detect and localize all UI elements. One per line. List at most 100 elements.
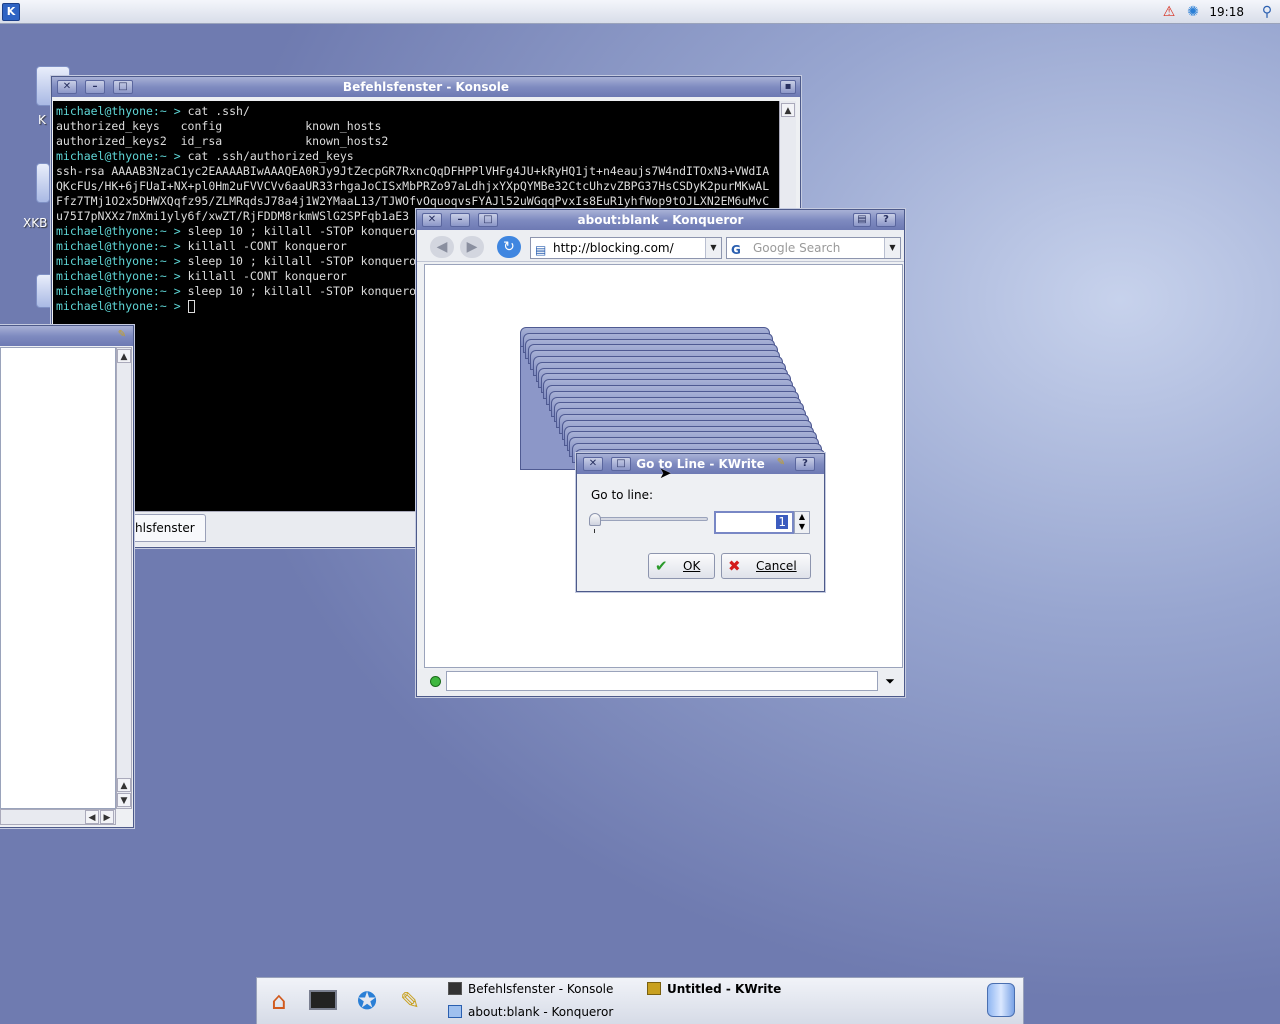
minimize-icon[interactable]: – xyxy=(450,213,470,227)
cancel-label: Cancel xyxy=(756,559,797,573)
slider-tick xyxy=(594,529,595,533)
shell-prompt: michael@thyone:~ > xyxy=(56,239,188,253)
konqueror-app-icon: ▤ xyxy=(853,213,871,227)
kwrite-icon xyxy=(647,982,661,995)
window-title: about:blank - Konqueror xyxy=(577,213,744,227)
terminal-line: Ffz7TMj1O2x5DHWXQqfz95/ZLMRqdsJ78a4j1W2Y… xyxy=(56,194,776,209)
minimize-icon[interactable]: – xyxy=(85,80,105,94)
chevron-down-icon[interactable]: ▼ xyxy=(705,238,721,258)
top-panel: K ⚠ ✺ 19:18 ⚲ xyxy=(0,0,1280,24)
cancel-icon: ✖ xyxy=(728,557,741,575)
checkmark-icon: ✔ xyxy=(655,557,668,575)
warning-icon[interactable]: ⚠ xyxy=(1160,3,1178,21)
terminal-text: cat .ssh/ xyxy=(187,104,250,118)
search-icon[interactable]: ⚲ xyxy=(1258,3,1276,21)
kde-k-menu-icon[interactable]: K xyxy=(2,3,20,21)
terminal-icon xyxy=(448,982,462,995)
status-field xyxy=(446,671,878,691)
window-menu-icon[interactable]: ▪ xyxy=(780,80,796,94)
google-icon: G xyxy=(731,243,741,257)
line-slider[interactable] xyxy=(592,517,708,521)
task-konsole[interactable]: Befehlsfenster - Konsole xyxy=(448,979,638,999)
desktop-icon-label: K xyxy=(38,113,46,127)
terminal-cursor xyxy=(187,300,195,313)
home-icon[interactable]: ⌂ xyxy=(262,985,296,1017)
shell-prompt: michael@thyone:~ > xyxy=(56,284,188,298)
scrollbar[interactable]: ◀ ▶ xyxy=(0,809,116,825)
task-konqueror[interactable]: about:blank - Konqueror xyxy=(448,1002,638,1022)
url-text: http://blocking.com/ xyxy=(553,241,674,255)
konsole-titlebar[interactable]: Befehlsfenster - Konsole xyxy=(52,77,800,97)
terminal-text: killall -CONT konqueror xyxy=(187,269,347,283)
network-icon[interactable]: ✺ xyxy=(1184,3,1202,21)
spin-buttons[interactable]: ▲ ▼ xyxy=(794,511,810,534)
terminal-line: ssh-rsa AAAAB3NzaC1yc2EAAAABIwAAAQEA0RJy… xyxy=(56,164,776,179)
maximize-icon[interactable]: □ xyxy=(113,80,133,94)
editor-area[interactable] xyxy=(0,347,116,809)
chevron-down-icon[interactable]: ▼ xyxy=(884,238,900,258)
terminal-line: michael@thyone:~ > cat .ssh/ xyxy=(56,104,776,119)
maximize-icon[interactable]: □ xyxy=(478,213,498,227)
cancel-button[interactable]: ✖ Cancel xyxy=(721,553,811,579)
back-icon[interactable]: ◀ xyxy=(430,236,454,258)
scroll-up-icon[interactable]: ▲ xyxy=(781,103,795,117)
help-icon[interactable]: ? xyxy=(795,457,815,471)
line-number-input[interactable]: 1 xyxy=(714,511,794,534)
task-kwrite[interactable]: Untitled - KWrite xyxy=(647,979,837,999)
scroll-up-icon[interactable]: ▲ xyxy=(117,349,131,363)
kwrite-app-icon: ✎ xyxy=(776,457,786,468)
scroll-down-icon[interactable]: ▼ xyxy=(117,793,131,807)
trash-icon[interactable] xyxy=(987,983,1015,1017)
shell-prompt: michael@thyone:~ > xyxy=(56,104,188,118)
terminal-text: u75I7pNXXz7mXmi1yly6f/xwZT/RjFDDM8rkmWSl… xyxy=(56,209,410,223)
scroll-right-icon[interactable]: ▶ xyxy=(100,810,114,824)
search-input[interactable]: G Google Search ▼ xyxy=(726,237,901,259)
spin-down-icon[interactable]: ▼ xyxy=(795,522,809,532)
ok-button[interactable]: ✔ OK xyxy=(648,553,715,579)
clock[interactable]: 19:18 xyxy=(1209,5,1244,19)
browser-icon[interactable]: ✪ xyxy=(350,985,384,1017)
close-icon[interactable]: ✕ xyxy=(57,80,77,94)
ok-label: OK xyxy=(683,559,701,573)
terminal-line: michael@thyone:~ > cat .ssh/authorized_k… xyxy=(56,149,776,164)
terminal-text: ssh-rsa AAAAB3NzaC1yc2EAAAABIwAAAQEA0RJy… xyxy=(56,164,770,178)
mouse-cursor-icon: ➤ xyxy=(659,464,672,482)
desktop-icon-xkb[interactable] xyxy=(36,163,50,203)
forward-icon[interactable]: ▶ xyxy=(460,236,484,258)
status-indicator-icon xyxy=(430,676,441,687)
dialog-title: Go to Line - KWrite xyxy=(636,457,765,471)
desktop-icon-label: XKB xyxy=(23,216,48,230)
shell-prompt: michael@thyone:~ > xyxy=(56,224,188,238)
maximize-icon[interactable]: □ xyxy=(611,457,631,471)
task-label: Untitled - KWrite xyxy=(667,982,782,996)
terminal-text: authorized_keys config known_hosts xyxy=(56,119,382,133)
terminal-icon[interactable] xyxy=(306,985,340,1017)
terminal-text: sleep 10 ; killall -STOP konqueror xyxy=(187,224,423,238)
terminal-text: sleep 10 ; killall -STOP konqueror xyxy=(187,284,423,298)
terminal-text: sleep 10 ; killall -STOP konqueror xyxy=(187,254,423,268)
url-input[interactable]: ▤ http://blocking.com/ ▼ xyxy=(530,237,722,259)
terminal-text: killall -CONT konqueror xyxy=(187,239,347,253)
close-icon[interactable]: ✕ xyxy=(422,213,442,227)
reload-icon[interactable]: ↻ xyxy=(497,236,521,258)
page-icon: ▤ xyxy=(535,243,547,257)
scroll-up-icon[interactable]: ▲ xyxy=(117,778,131,792)
terminal-text: authorized_keys2 id_rsa known_hosts2 xyxy=(56,134,389,148)
kwrite-icon[interactable]: ✎ xyxy=(393,985,427,1017)
tab-befehlsfenster[interactable]: hlsfenster xyxy=(124,514,206,542)
spin-up-icon[interactable]: ▲ xyxy=(795,512,809,522)
line-number-value: 1 xyxy=(776,515,788,529)
kwrite-app-icon: ✎ xyxy=(117,329,127,340)
close-icon[interactable]: ✕ xyxy=(583,457,603,471)
terminal-text: QKcFUs/HK+6jFUaI+NX+pl0Hm2uFVVCVv6aaUR33… xyxy=(56,179,770,193)
slider-handle[interactable] xyxy=(589,513,601,526)
shell-prompt: michael@thyone:~ > xyxy=(56,269,188,283)
terminal-line: authorized_keys2 id_rsa known_hosts2 xyxy=(56,134,776,149)
shell-prompt: michael@thyone:~ > xyxy=(56,254,188,268)
page-icon xyxy=(448,1005,462,1018)
help-icon[interactable]: ? xyxy=(876,213,896,227)
scroll-left-icon[interactable]: ◀ xyxy=(85,810,99,824)
shell-prompt: michael@thyone:~ > xyxy=(56,299,188,313)
scrollbar[interactable]: ▲ ▲ ▼ xyxy=(116,347,132,809)
filter-icon[interactable]: ⏷ xyxy=(881,671,899,691)
